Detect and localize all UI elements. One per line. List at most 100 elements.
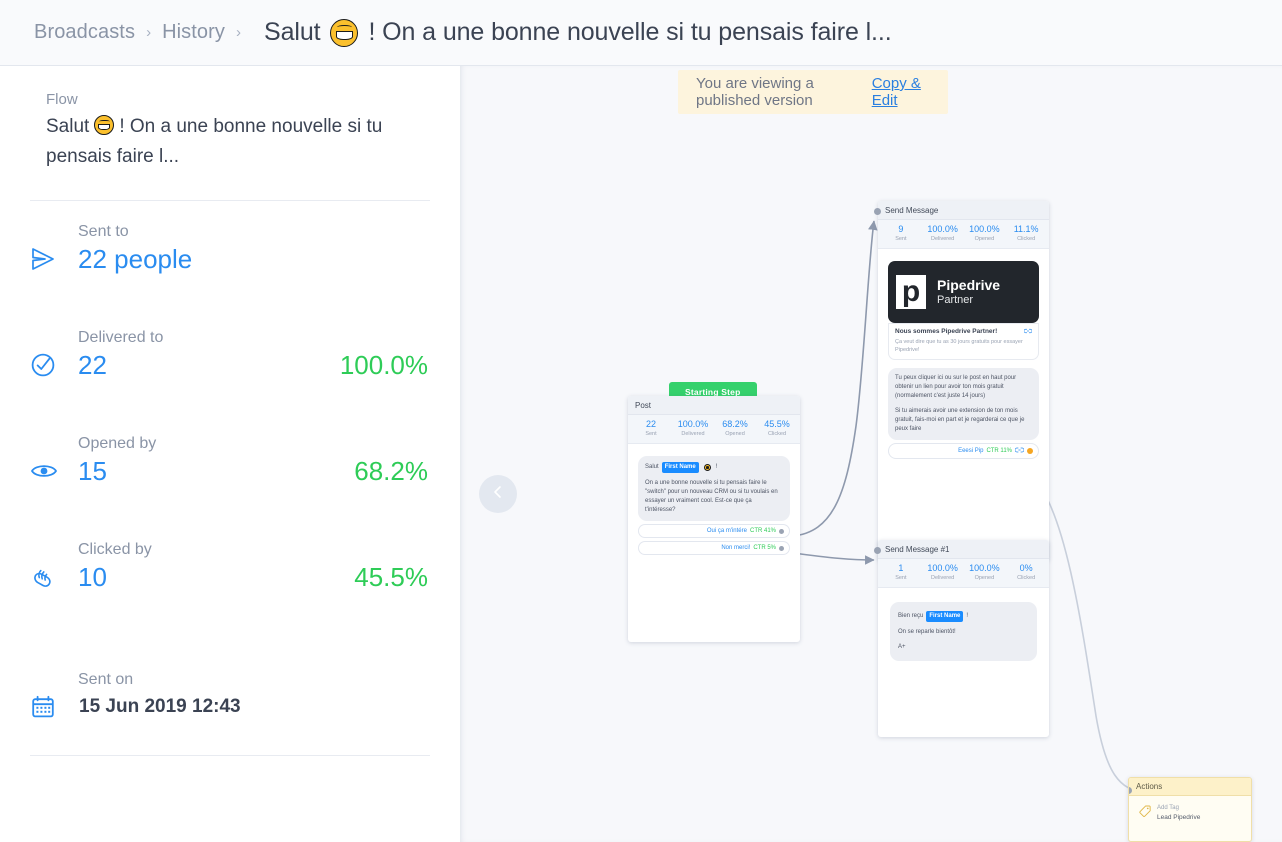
breadcrumb-broadcasts[interactable]: Broadcasts [34, 21, 135, 44]
breadcrumb-history[interactable]: History [162, 21, 225, 44]
message-prefix: Bien reçu [898, 613, 924, 619]
calendar-icon [30, 691, 70, 723]
node-stat-delivered: 100.0% Delivered [922, 563, 964, 582]
stat-clicked-by: Clicked by 10 45.5% [30, 541, 430, 609]
first-name-token: First Name [661, 462, 699, 473]
flow-label: Flow [46, 91, 78, 108]
node-stat-value: 100.0% [677, 419, 709, 429]
pipedrive-meta-title: Nous sommes Pipedrive Partner! [895, 328, 998, 335]
page-title: Salut ! On a une bonne nouvelle si tu pe… [264, 18, 892, 47]
bubble-paragraph: Tu peux cliquer ici ou sur le post en ha… [895, 375, 1017, 399]
pipedrive-meta-desc: Ça veut dire que tu as 30 jours gratuits… [895, 339, 1023, 353]
quick-reply-label: Non merci! [721, 545, 751, 551]
message-bubble: Salut First Name ! On a une bonne nouvel… [638, 456, 790, 521]
node-stat-label: Delivered [931, 575, 955, 581]
node-title: Send Message [878, 201, 1049, 220]
pipedrive-card-meta: Nous sommes Pipedrive Partner! Ça veut d… [888, 323, 1039, 360]
message-suffix: ! [966, 613, 969, 619]
node-stat-clicked: 11.1% Clicked [1005, 224, 1047, 243]
node-stat-label: Opened [725, 431, 745, 437]
node-post[interactable]: Post 22 Sent 100.0% Delivered 68.2% Open… [628, 396, 800, 642]
message-bubble: Tu peux cliquer ici ou sur le post en ha… [888, 368, 1039, 440]
message-bang: ! [715, 464, 718, 470]
node-title: Actions [1129, 778, 1251, 796]
node-send-message[interactable]: Send Message 9 Sent 100.0% Delivered 100… [878, 201, 1049, 561]
collapse-sidebar-button[interactable] [479, 475, 517, 513]
node-actions[interactable]: Actions Add Tag Lead Pipedrive [1128, 777, 1252, 842]
grinning-face-emoji-icon [703, 464, 711, 471]
link-icon [1014, 447, 1025, 455]
sidebar-divider-top [30, 200, 430, 201]
broadcast-summary-sidebar: Flow Salut! On a une bonne nouvelle si t… [0, 66, 460, 842]
node-input-port[interactable] [874, 208, 881, 215]
node-stat-label: Delivered [931, 236, 955, 242]
stat-value: 15 Jun 2019 12:43 [79, 696, 241, 717]
tag-icon [1139, 804, 1151, 822]
flow-name-prefix: Salut [46, 116, 90, 137]
stat-label: Delivered to [78, 329, 164, 346]
node-body: Salut First Name ! On a une bonne nouvel… [628, 444, 800, 567]
node-stat-label: Opened [974, 236, 995, 242]
node-stat-label: Sent [895, 236, 907, 242]
warning-icon [1027, 448, 1033, 454]
quick-reply-button[interactable]: Eeesi Pip CTR 11% [888, 443, 1039, 459]
stat-delivered-to: Delivered to 22 100.0% [30, 329, 430, 397]
copy-and-edit-link[interactable]: Copy & Edit [872, 75, 930, 109]
node-stat-sent: 9 Sent [880, 224, 922, 243]
stat-value: 22 people [78, 243, 193, 274]
quick-reply-ctr: CTR 41% [749, 528, 776, 534]
quick-reply-button[interactable]: Non merci! CTR 5% [638, 541, 790, 555]
node-stat-value: 100.0% [969, 563, 1000, 573]
node-stat-value: 45.5% [764, 419, 790, 429]
flow-connectors [792, 220, 1145, 797]
first-name-token: First Name [926, 611, 964, 622]
node-stat-label: Sent [895, 575, 907, 581]
stat-percent: 68.2% [354, 455, 428, 486]
quick-reply-ctr: CTR 5% [753, 545, 776, 551]
message-body: On a une bonne nouvelle si tu pensais fa… [645, 480, 778, 513]
banner-message: You are viewing a published version [696, 75, 814, 109]
quick-reply-button[interactable]: Oui ça m'intére CTR 41% [638, 524, 790, 538]
pointing-hand-icon [30, 561, 70, 593]
quick-reply-port[interactable] [779, 545, 784, 551]
stat-opened-by: Opened by 15 68.2% [30, 435, 430, 503]
node-title: Send Message #1 [878, 540, 1049, 559]
node-stat-opened: 100.0% Opened [964, 563, 1006, 582]
stat-value: 10 [78, 561, 107, 592]
flow-name: Salut! On a une bonne nouvelle si tu pen… [46, 112, 426, 172]
quick-reply-port[interactable] [779, 528, 784, 534]
quick-reply-ctr: CTR 11% [986, 448, 1012, 454]
message-bubble: Bien reçu First Name ! On se reparle bie… [890, 602, 1037, 661]
breadcrumb-separator-icon: › [236, 24, 241, 41]
app-header: Broadcasts › History › Salut ! On a une … [0, 0, 1282, 66]
page-title-suffix: ! On a une bonne nouvelle si tu pensais … [368, 18, 892, 46]
node-stat-value: 0% [1019, 563, 1033, 573]
node-input-port[interactable] [874, 547, 881, 554]
pipedrive-logo-icon: p [896, 275, 926, 309]
eye-icon [30, 455, 70, 487]
flow-canvas[interactable]: You are viewing a published version Copy… [460, 66, 1282, 842]
node-body: p Pipedrive Partner Nous sommes Pipedriv… [878, 249, 1049, 471]
send-plane-icon [30, 243, 70, 275]
node-send-message-1[interactable]: Send Message #1 1 Sent 100.0% Delivered … [878, 540, 1049, 737]
node-stat-label: Delivered [681, 431, 705, 437]
node-stat-delivered: 100.0% Delivered [672, 419, 714, 438]
node-stat-clicked: 45.5% Clicked [756, 419, 798, 438]
node-stat-value: 1 [898, 563, 904, 573]
stat-percent: 45.5% [354, 561, 428, 592]
node-stat-sent: 1 Sent [880, 563, 922, 582]
node-stat-value: 22 [645, 419, 656, 429]
node-body: Bien reçu First Name ! On se reparle bie… [878, 588, 1049, 675]
pipedrive-brand: Pipedrive [937, 276, 1001, 293]
page-title-prefix: Salut [264, 18, 321, 46]
pipedrive-link-card[interactable]: p Pipedrive Partner Nous sommes Pipedriv… [888, 261, 1039, 360]
node-stat-delivered: 100.0% Delivered [922, 224, 964, 243]
stat-value: 22 [78, 349, 107, 380]
breadcrumb-separator-icon: › [146, 24, 152, 41]
node-stats: 1 Sent 100.0% Delivered 100.0% Opened 0%… [878, 559, 1049, 588]
check-circle-icon [30, 349, 70, 381]
node-stat-sent: 22 Sent [630, 419, 672, 438]
stat-label: Sent on [78, 671, 134, 688]
sidebar-divider-bottom [30, 755, 430, 756]
bubble-paragraph: Si tu aimerais avoir une extension de to… [895, 408, 1025, 432]
